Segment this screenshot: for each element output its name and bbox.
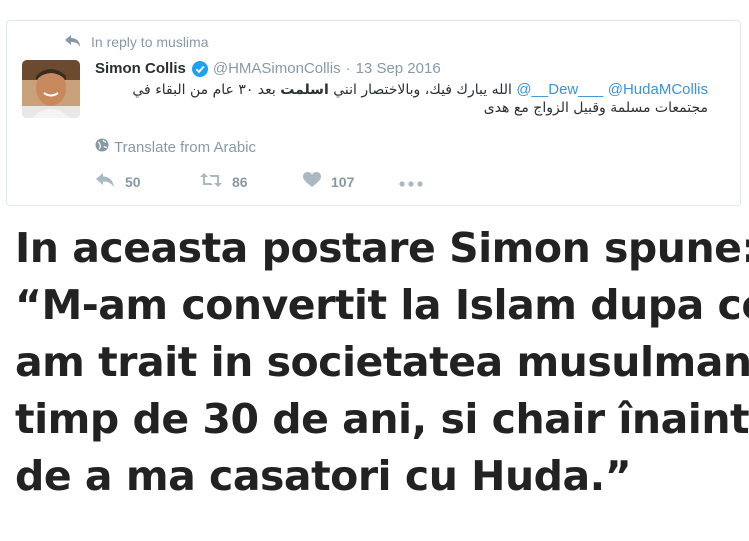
tweet-body-line-1: @__Dew___ @HudaMCollis الله يبارك فيك، و…	[68, 81, 708, 99]
reply-context-label: In reply to muslima	[91, 34, 209, 50]
tweet-actions: 50 86 107	[95, 172, 423, 191]
tweet-body-line-2: مجتمعات مسلمة وقبيل الزواج مع هدى	[483, 100, 708, 116]
mention-hudamcollis[interactable]: @HudaMCollis	[608, 81, 708, 98]
reply-icon	[95, 172, 115, 191]
retweet-button[interactable]: 86	[200, 172, 303, 191]
more-icon	[399, 174, 423, 190]
tweet-body: @__Dew___ @HudaMCollis الله يبارك فيك، و…	[68, 81, 708, 117]
translate-link[interactable]: Translate from Arabic	[95, 138, 256, 156]
caption-line-5: de a ma casatori cu Huda.”	[15, 452, 632, 500]
caption-text: In aceasta postare Simon spune: “M-am co…	[15, 220, 749, 505]
reply-arrow-icon	[65, 34, 81, 50]
verified-badge-icon	[191, 60, 208, 77]
caption-line-1: In aceasta postare Simon spune:	[15, 224, 749, 272]
body-suffix: بعد ٣٠ عام من البقاء في	[132, 82, 276, 98]
body-prefix: الله يبارك فيك، وبالاختصار انني	[333, 82, 512, 98]
tweet-header: Simon Collis @HMASimonCollis · 13 Sep 20…	[95, 60, 441, 77]
author-handle[interactable]: @HMASimonCollis	[213, 60, 341, 77]
heart-icon	[303, 172, 321, 191]
reply-count: 50	[125, 173, 141, 190]
retweet-icon	[200, 172, 222, 191]
author-name[interactable]: Simon Collis	[95, 60, 186, 77]
like-count: 107	[331, 173, 355, 190]
body-bold-word: اسلمت	[280, 82, 329, 98]
globe-icon	[95, 138, 109, 156]
translate-label: Translate from Arabic	[114, 138, 256, 156]
retweet-count: 86	[232, 173, 248, 190]
more-button[interactable]	[399, 174, 423, 190]
caption-line-3: am trait in societatea musulmana	[15, 338, 749, 386]
reply-button[interactable]: 50	[95, 172, 200, 191]
tweet-date[interactable]: 13 Sep 2016	[356, 60, 441, 77]
mention-dew[interactable]: @__Dew___	[516, 81, 603, 98]
caption-line-2: “M-am convertit la Islam dupa ce	[15, 281, 749, 329]
like-button[interactable]: 107	[303, 172, 399, 191]
header-separator: ·	[345, 60, 351, 77]
caption-line-4: timp de 30 de ani, si chair înainte	[15, 395, 749, 443]
reply-context[interactable]: In reply to muslima	[65, 34, 208, 50]
tweet-card[interactable]: In reply to muslima Simon Collis @HMASim…	[6, 20, 741, 206]
